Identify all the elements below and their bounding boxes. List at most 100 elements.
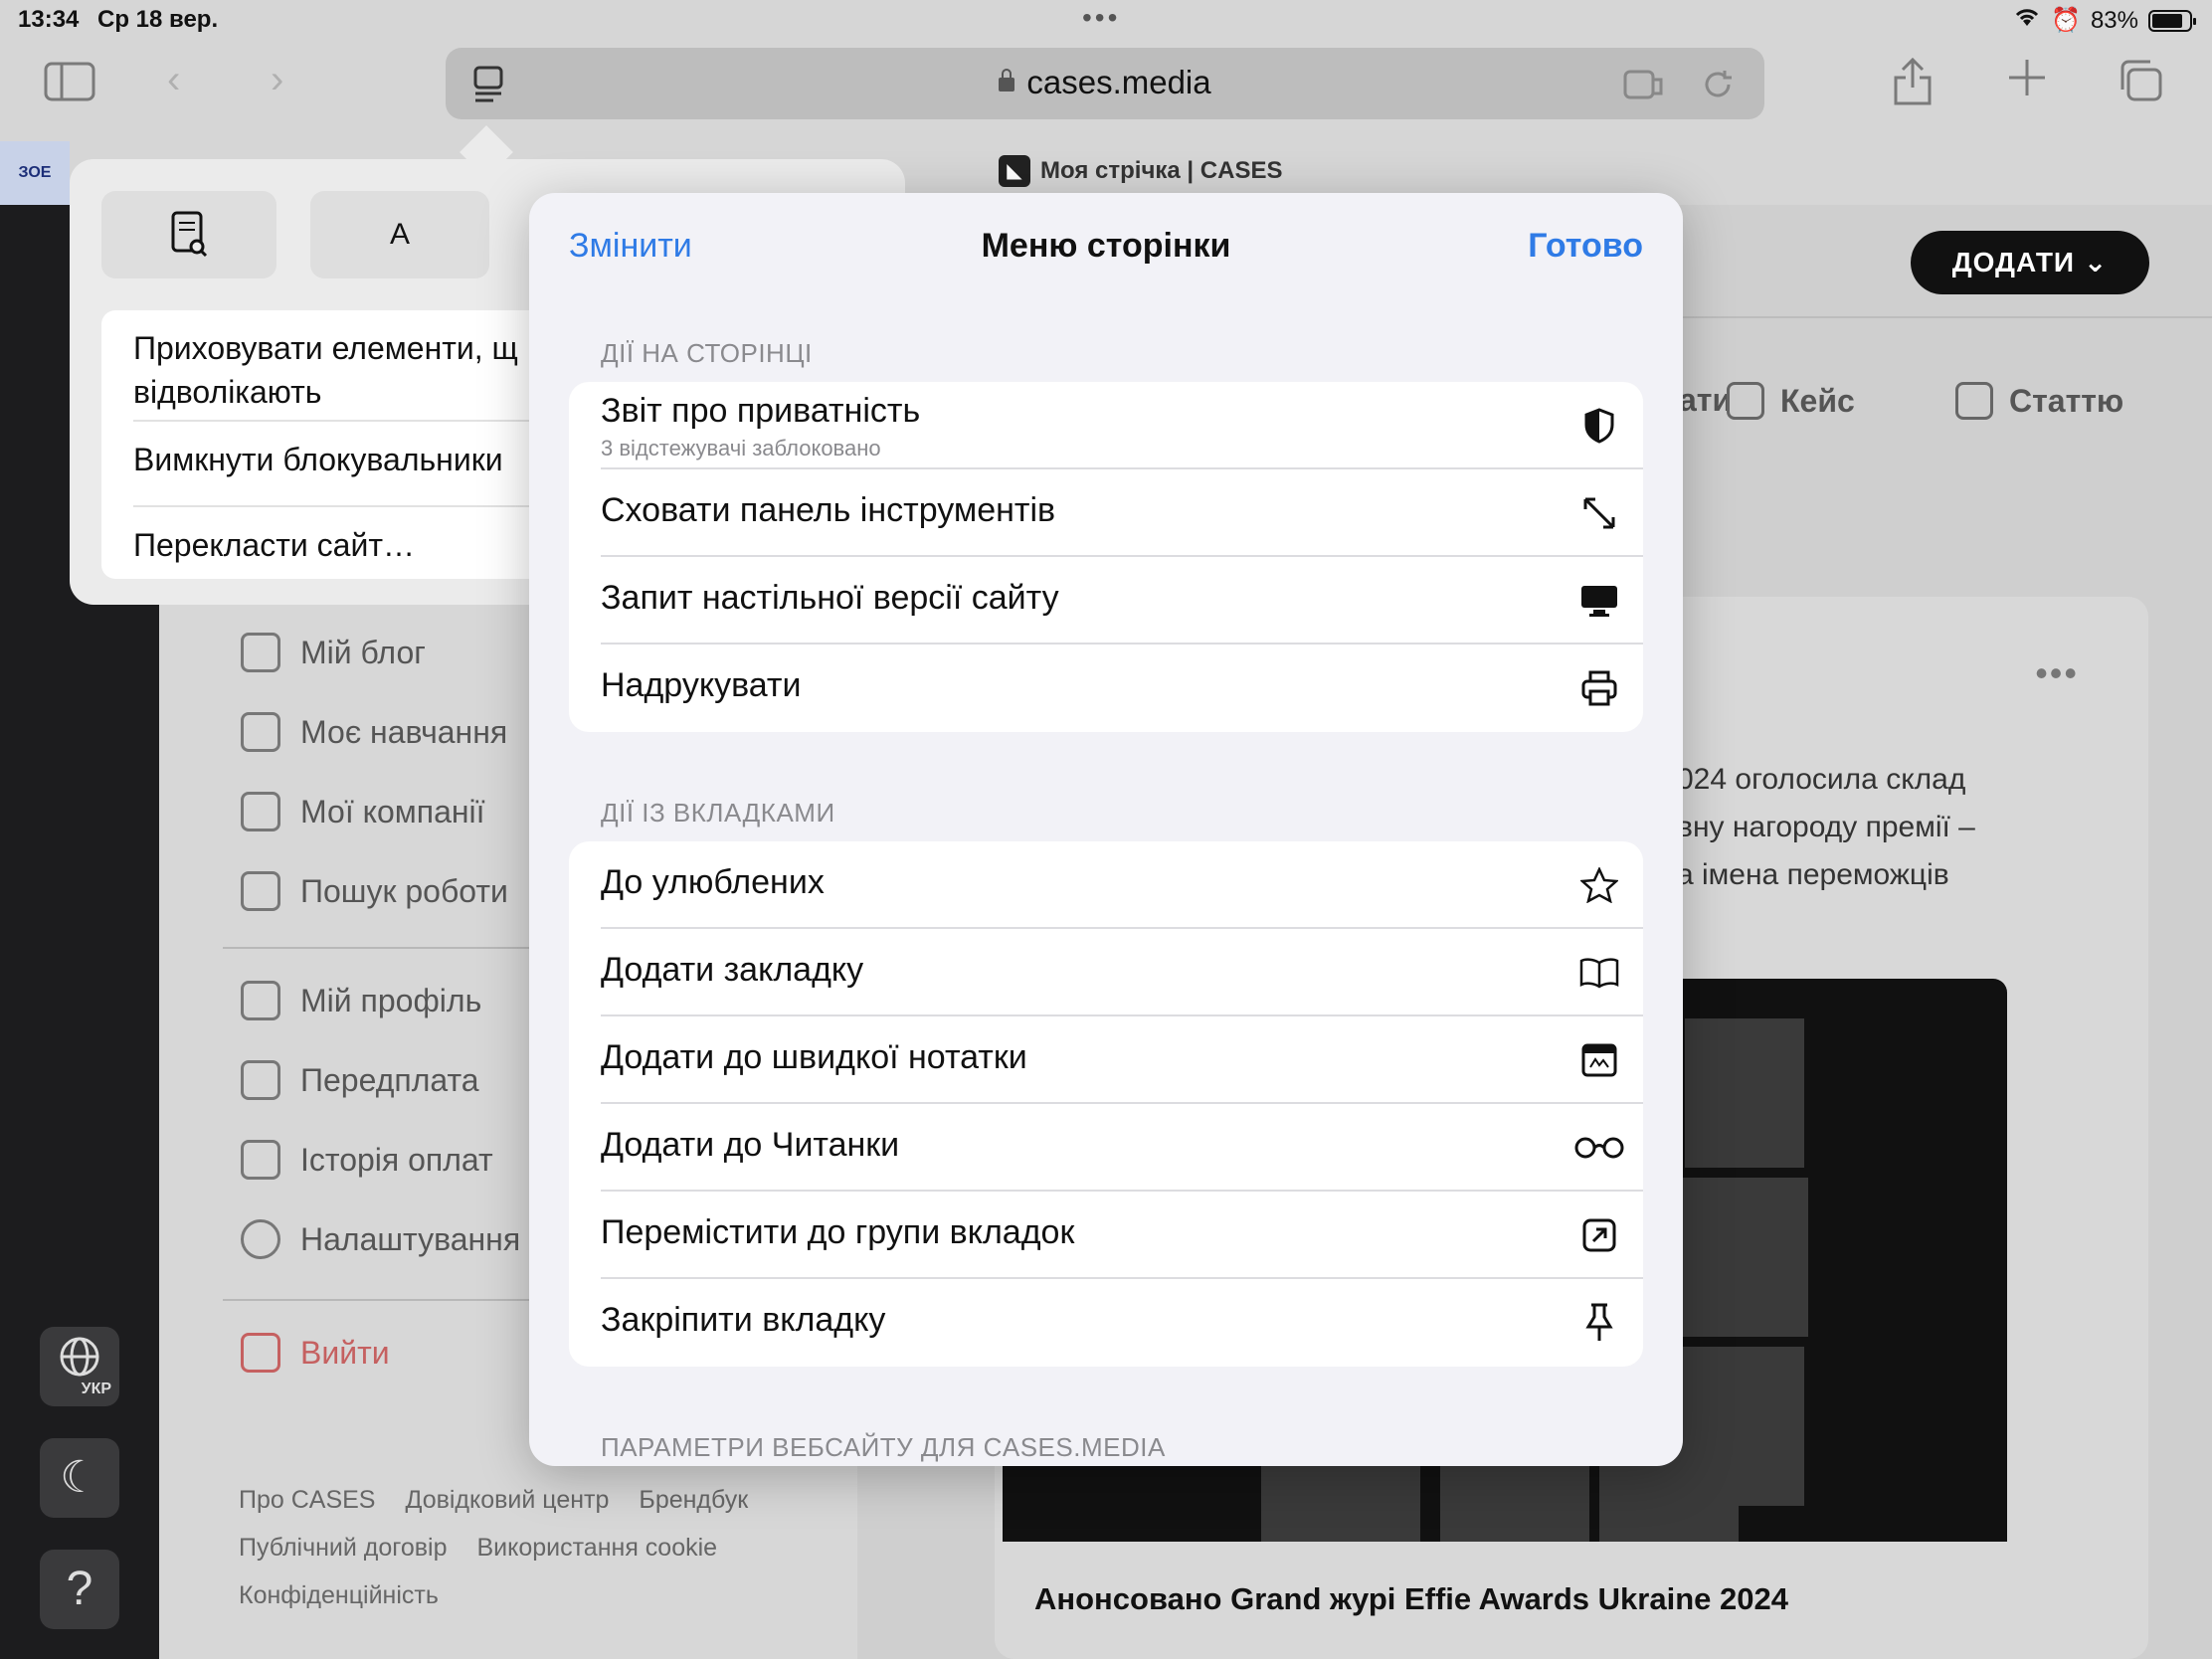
row-label: Додати до Читанки [601,1126,900,1164]
status-bar: 13:34 Ср 18 вер. ••• ⏰ 83% [0,0,2212,40]
language-label: УКР [81,1381,111,1397]
graduation-icon [241,712,280,752]
tab-overview-icon[interactable] [2119,60,2164,110]
print-row[interactable]: Надрукувати [569,645,1643,732]
row-sublabel: 3 відстежувачі заблоковано [601,436,881,461]
help-button[interactable]: ? [40,1550,119,1629]
pin-icon [1579,1303,1619,1343]
logout-link[interactable]: Вийти [241,1333,390,1373]
header-divider [1681,316,2212,318]
chevron-down-icon: ⌄ [2083,247,2109,277]
add-to-reading-list-row[interactable]: Додати до Читанки [569,1104,1643,1192]
sidebar-item-blog[interactable]: Мій блог [241,633,426,672]
row-label: Закріпити вкладку [601,1301,886,1339]
clock: 13:34 [18,6,80,33]
translate-site-item[interactable]: Перекласти сайт… [133,523,415,567]
row-label: Надрукувати [601,666,802,704]
tab-favicon-left[interactable]: ЗОЕ [0,141,70,205]
sidebar-item-job-search[interactable]: Пошук роботи [241,871,508,911]
disable-blockers-item[interactable]: Вимкнути блокувальники [133,438,503,481]
battery-percent: 83% [2090,6,2138,34]
sidebar-item-companies[interactable]: Мої компанії [241,792,485,831]
sidebar-item-payments[interactable]: Історія оплат [241,1140,493,1180]
battery-icon [2148,9,2196,32]
font-size-button[interactable]: A [310,191,489,278]
article-icon [1955,382,1993,420]
footer-link[interactable]: Конфіденційність [239,1581,439,1609]
add-bookmark-row[interactable]: Додати закладку [569,929,1643,1016]
section-header: ДІЇ ІЗ ВКЛАДКАМИ [601,798,835,828]
row-label: Додати закладку [601,951,864,989]
footer-link[interactable]: Публічний договір [239,1534,448,1562]
subscription-icon [241,1060,280,1100]
create-article-chip[interactable]: Статтю [1955,382,2123,420]
done-button[interactable]: Готово [1528,227,1643,266]
reload-icon[interactable] [1701,68,1735,106]
multitasking-dots-icon[interactable]: ••• [1082,2,1120,34]
sidebar-item-profile[interactable]: Мій профіль [241,981,481,1020]
move-to-group-icon [1579,1215,1619,1255]
url-text[interactable]: cases.media [446,64,1764,101]
row-label: До улюблених [601,863,825,901]
footer-links: Публічний договір Використання cookie [239,1534,747,1563]
sidebar-item-learning[interactable]: Моє навчання [241,712,507,752]
card-excerpt: 024 оголосила склад вну нагороду премії … [1677,763,1975,891]
tab-title: Моя стрічка | CASES [1040,157,1283,184]
desktop-icon [1579,581,1619,621]
card-title[interactable]: Анонсовано Grand журі Effie Awards Ukrai… [1034,1581,1788,1617]
logout-icon [241,1333,280,1373]
footer-link[interactable]: Про CASES [239,1486,375,1514]
reader-button[interactable] [101,191,276,278]
add-button[interactable]: ДОДАТИ ⌄ [1911,231,2149,294]
tab-actions-group: До улюблених Додати закладку Додати до ш… [569,841,1643,1367]
forward-icon[interactable]: › [271,60,283,99]
footer-link[interactable]: Брендбук [639,1486,748,1514]
more-icon[interactable]: ••• [2035,652,2079,694]
section-header: ПАРАМЕТРИ ВЕБСАЙТУ ДЛЯ CASES.MEDIA [601,1432,1166,1462]
arrows-expand-icon [1579,493,1619,533]
create-case-chip[interactable]: Кейс [1727,382,1855,420]
language-button[interactable]: УКР [40,1327,119,1406]
hide-toolbar-row[interactable]: Сховати панель інструментів [569,469,1643,557]
pin-tab-row[interactable]: Закріпити вкладку [569,1279,1643,1367]
gear-icon [241,1219,280,1259]
address-bar[interactable]: cases.media [446,48,1764,119]
alarm-icon: ⏰ [2051,7,2081,34]
sidebar-item-subscription[interactable]: Передплата [241,1060,479,1100]
footer-link[interactable]: Використання cookie [477,1534,718,1562]
page-actions-group: Звіт про приватність 3 відстежувачі забл… [569,382,1643,732]
wifi-icon [2013,6,2041,35]
page-menu-sheet: Змінити Меню сторінки Готово ДІЇ НА СТОР… [529,193,1683,1466]
hide-distracting-item[interactable]: Приховувати елементи, щ відволікають [133,326,518,414]
date: Ср 18 вер. [97,6,219,33]
sidebar-item-settings[interactable]: Налаштування [241,1219,520,1259]
job-search-icon [241,871,280,911]
row-label: Перемістити до групи вкладок [601,1213,1075,1251]
star-icon [1579,865,1619,905]
blog-icon [241,633,280,672]
footer-link[interactable]: Довідковий центр [405,1486,609,1514]
row-label: Додати до швидкої нотатки [601,1038,1027,1076]
row-label: Запит настільної версії сайту [601,579,1059,617]
lock-icon [999,69,1015,92]
create-chip[interactable]: ати [1679,382,1732,419]
privacy-report-row[interactable]: Звіт про приватність 3 відстежувачі забл… [569,382,1643,469]
new-tab-icon[interactable] [2007,58,2047,104]
share-icon[interactable] [1892,57,1934,112]
desktop-site-row[interactable]: Запит настільної версії сайту [569,557,1643,645]
back-icon[interactable]: ‹ [167,60,180,99]
glasses-icon [1571,1128,1627,1168]
quick-note-icon [1579,1040,1619,1080]
active-tab[interactable]: ◣ Моя стрічка | CASES [999,155,1282,187]
translate-icon[interactable] [1623,68,1665,106]
sidebar-toggle-icon[interactable] [44,62,95,108]
add-to-favorites-row[interactable]: До улюблених [569,841,1643,929]
shield-half-icon [1579,406,1619,446]
dark-mode-button[interactable]: ☾ [40,1438,119,1518]
row-label: Звіт про приватність [601,392,921,430]
building-icon [241,792,280,831]
row-label: Сховати панель інструментів [601,491,1056,529]
move-to-tab-group-row[interactable]: Перемістити до групи вкладок [569,1192,1643,1279]
sheet-title: Меню сторінки [981,227,1231,265]
quick-note-row[interactable]: Додати до швидкої нотатки [569,1016,1643,1104]
